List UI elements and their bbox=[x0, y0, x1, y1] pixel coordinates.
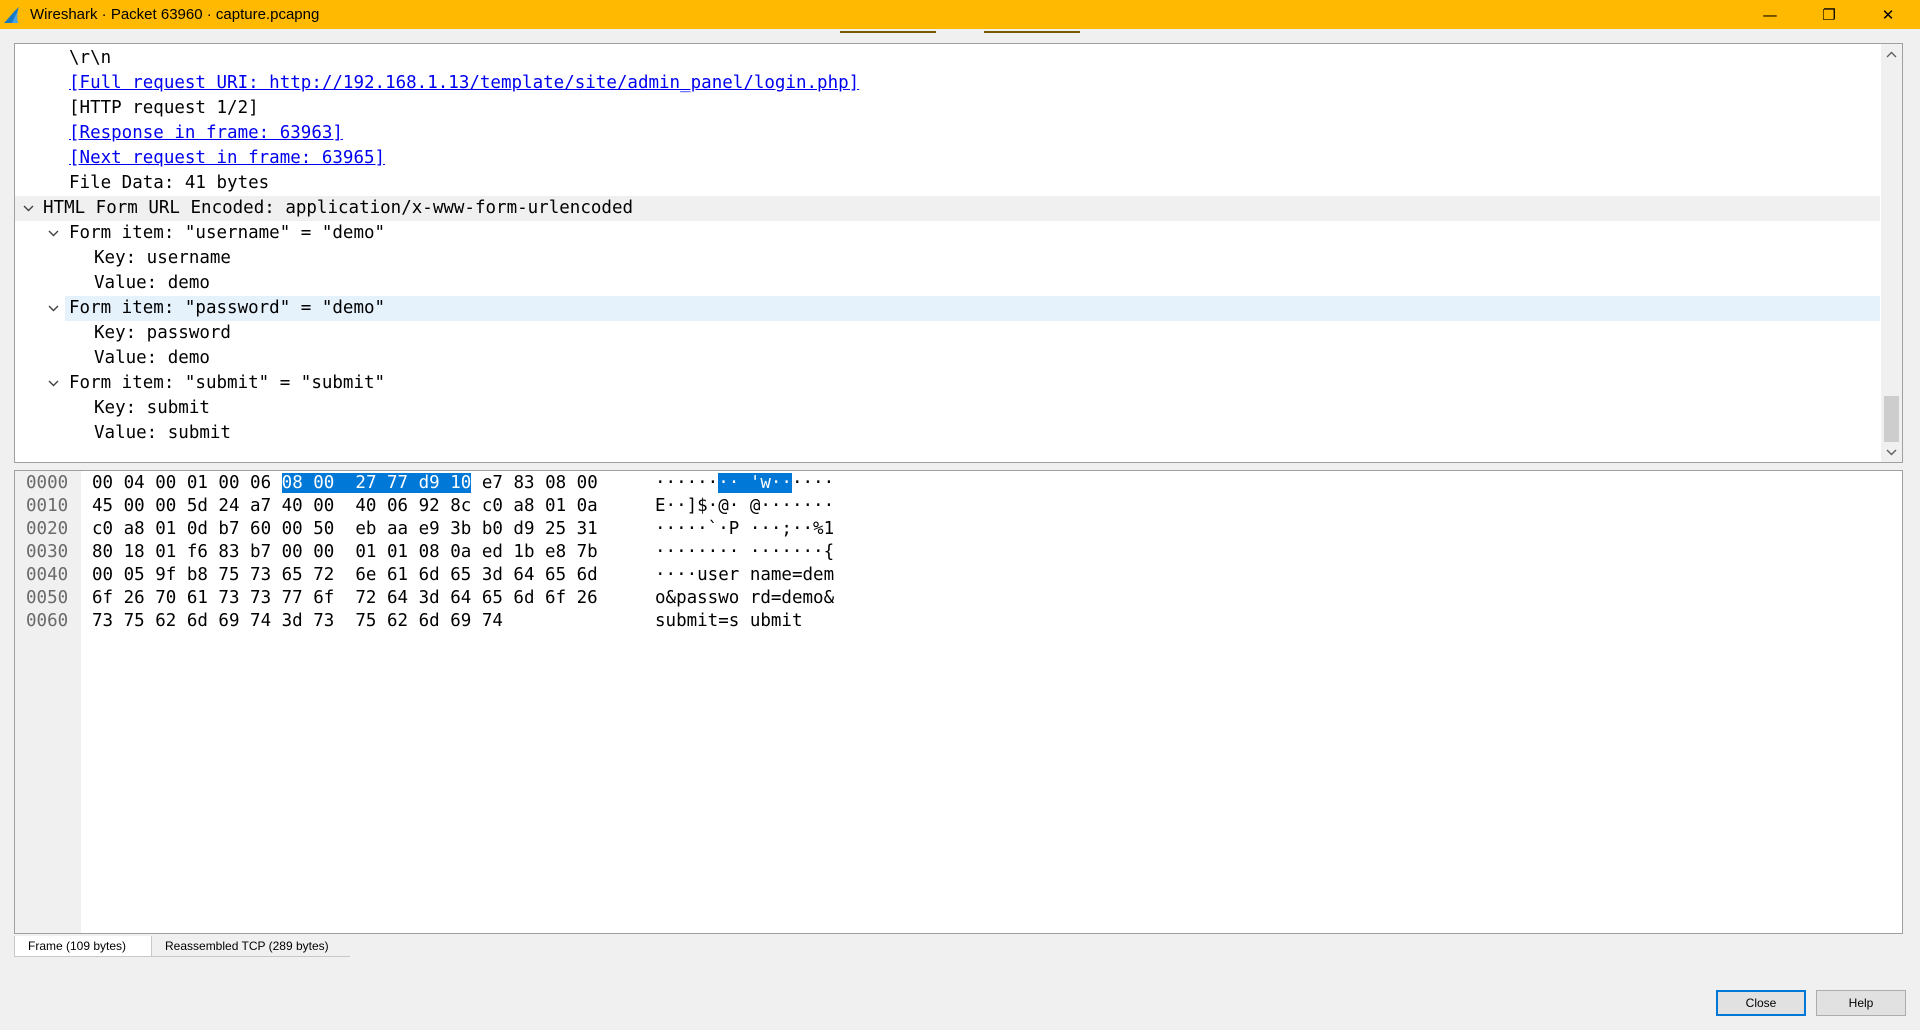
title-bar-decoration bbox=[840, 31, 936, 33]
hex-ascii[interactable]: E··]$·@· @······· bbox=[655, 495, 834, 518]
hex-bytes[interactable]: 80 18 01 f6 83 b7 00 00 01 01 08 0a ed 1… bbox=[92, 541, 598, 564]
selected-bytes: 08 00 27 77 d9 10 bbox=[281, 473, 472, 493]
tree-item[interactable]: Key: password bbox=[15, 321, 1880, 346]
hex-offset: 0050 bbox=[26, 588, 69, 608]
hex-ascii[interactable]: ········ ·······{ bbox=[655, 541, 834, 564]
hex-bytes-segment: e7 83 08 00 bbox=[471, 473, 598, 493]
hex-bytes[interactable]: 00 05 9f b8 75 73 65 72 6e 61 6d 65 3d 6… bbox=[92, 564, 598, 587]
minimize-button[interactable]: — bbox=[1747, 0, 1793, 29]
tree-item[interactable]: Form item: "submit" = "submit" bbox=[15, 371, 1880, 396]
chevron-down-icon[interactable] bbox=[21, 196, 35, 221]
hex-offset: 0000 bbox=[26, 473, 69, 493]
chevron-down-icon[interactable] bbox=[46, 371, 60, 396]
tree-item-label: Form item: "submit" = "submit" bbox=[69, 373, 386, 393]
hex-ascii[interactable]: ·····`·P ···;··%1 bbox=[655, 518, 834, 541]
close-button[interactable]: Close bbox=[1716, 990, 1806, 1016]
tree-item-label: Form item: "password" = "demo" bbox=[69, 298, 386, 318]
hex-ascii[interactable]: ····user name=dem bbox=[655, 564, 834, 587]
tree-item[interactable]: Key: username bbox=[15, 246, 1880, 271]
maximize-button[interactable]: ❐ bbox=[1806, 0, 1852, 29]
tree-item[interactable]: Value: demo bbox=[15, 346, 1880, 371]
tree-item[interactable]: [HTTP request 1/2] bbox=[15, 96, 1880, 121]
wireshark-fin-icon bbox=[3, 5, 23, 25]
tree-item-link[interactable]: [Response in frame: 63963] bbox=[69, 121, 343, 146]
tree-item[interactable]: File Data: 41 bytes bbox=[15, 171, 1880, 196]
tree-item[interactable]: [Full request URI: http://192.168.1.13/t… bbox=[15, 71, 1880, 96]
tab-reassembled-tcp[interactable]: Reassembled TCP (289 bytes) bbox=[152, 936, 350, 957]
tree-item-label: [HTTP request 1/2] bbox=[69, 98, 259, 118]
tree-item-label: Form item: "username" = "demo" bbox=[69, 223, 386, 243]
hex-ascii-segment: ······ bbox=[655, 473, 719, 493]
help-button[interactable]: Help bbox=[1816, 990, 1906, 1016]
tree-item-label: HTML Form URL Encoded: application/x-www… bbox=[43, 198, 634, 218]
hex-bytes[interactable]: c0 a8 01 0d b7 60 00 50 eb aa e9 3b b0 d… bbox=[92, 518, 598, 541]
details-scrollbar[interactable] bbox=[1881, 44, 1902, 462]
hex-bytes[interactable]: 6f 26 70 61 73 73 77 6f 72 64 3d 64 65 6… bbox=[92, 587, 598, 610]
close-window-button[interactable]: ✕ bbox=[1865, 0, 1911, 29]
window-title: Wireshark · Packet 63960 · capture.pcapn… bbox=[30, 6, 320, 23]
tree-item[interactable]: Form item: "username" = "demo" bbox=[15, 221, 1880, 246]
hex-ascii[interactable]: ········ 'w······ bbox=[655, 472, 834, 495]
tree-item[interactable]: Form item: "password" = "demo" bbox=[48, 296, 1880, 321]
hex-ascii[interactable]: submit=s ubmit bbox=[655, 610, 803, 633]
hex-ascii[interactable]: o&passwo rd=demo& bbox=[655, 587, 834, 610]
packet-bytes-pane[interactable]: 0000 00 04 00 01 00 06 08 00 27 77 d9 10 … bbox=[14, 470, 1903, 934]
hex-offset: 0040 bbox=[26, 565, 69, 585]
tree-item-label: Key: username bbox=[94, 248, 231, 268]
tree-item[interactable]: Key: submit bbox=[15, 396, 1880, 421]
tree-item[interactable]: HTML Form URL Encoded: application/x-www… bbox=[15, 196, 1880, 221]
chevron-down-icon[interactable] bbox=[46, 221, 60, 246]
tree-item-label: Key: password bbox=[94, 323, 231, 343]
tree-item-link[interactable]: [Full request URI: http://192.168.1.13/t… bbox=[69, 71, 859, 96]
scroll-down-icon[interactable] bbox=[1881, 442, 1902, 462]
tree-item[interactable]: [Next request in frame: 63965] bbox=[15, 146, 1880, 171]
title-bar: Wireshark · Packet 63960 · capture.pcapn… bbox=[0, 0, 1920, 29]
hex-offset: 0020 bbox=[26, 519, 69, 539]
tree-item[interactable]: [Response in frame: 63963] bbox=[15, 121, 1880, 146]
hex-bytes[interactable]: 45 00 00 5d 24 a7 40 00 40 06 92 8c c0 a… bbox=[92, 495, 598, 518]
hex-offset: 0030 bbox=[26, 542, 69, 562]
chevron-down-icon[interactable] bbox=[46, 296, 60, 321]
tree-item[interactable]: Value: submit bbox=[15, 421, 1880, 446]
hex-bytes[interactable]: 73 75 62 6d 69 74 3d 73 75 62 6d 69 74 bbox=[92, 610, 503, 633]
tree-item[interactable]: Value: demo bbox=[15, 271, 1880, 296]
scrollbar-thumb[interactable] bbox=[1884, 396, 1899, 442]
hex-offset: 0060 bbox=[26, 611, 69, 631]
hex-offset: 0010 bbox=[26, 496, 69, 516]
tree-item[interactable]: \r\n bbox=[15, 46, 1880, 71]
hex-bytes-segment: 00 04 00 01 00 06 bbox=[92, 473, 282, 493]
scroll-up-icon[interactable] bbox=[1881, 44, 1902, 64]
tree-item-label: Value: submit bbox=[94, 423, 231, 443]
tree-item-label: Value: demo bbox=[94, 348, 210, 368]
packet-details-tree[interactable]: \r\n [Full request URI: http://192.168.1.… bbox=[14, 43, 1903, 463]
tree-item-link[interactable]: [Next request in frame: 63965] bbox=[69, 146, 385, 171]
title-bar-decoration bbox=[984, 31, 1080, 33]
tree-item-label: \r\n bbox=[69, 48, 112, 68]
tree-item-label: File Data: 41 bytes bbox=[69, 173, 270, 193]
tab-frame-bytes[interactable]: Frame (109 bytes) bbox=[14, 936, 152, 957]
hex-ascii-segment: ···· bbox=[791, 473, 835, 493]
tree-item-label: Value: demo bbox=[94, 273, 210, 293]
hex-bytes[interactable]: 00 04 00 01 00 06 08 00 27 77 d9 10 e7 8… bbox=[92, 472, 598, 495]
tree-item-label: Key: submit bbox=[94, 398, 210, 418]
selected-ascii: ·· 'w·· bbox=[718, 473, 792, 493]
